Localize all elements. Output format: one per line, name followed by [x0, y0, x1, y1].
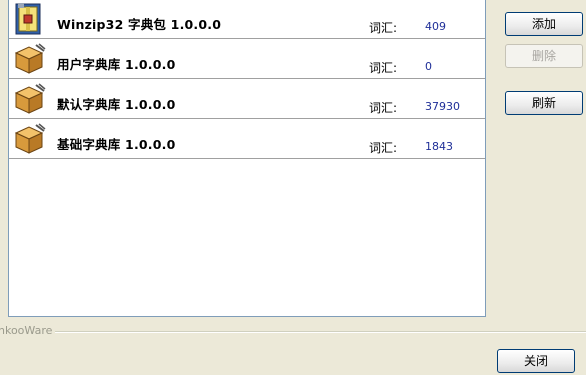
dictionary-name: Winzip32 字典包 1.0.0.0 [57, 17, 222, 32]
close-button[interactable]: 关闭 [497, 349, 575, 373]
package-box-icon [14, 123, 46, 154]
dictionary-name: 用户字典库 1.0.0.0 [57, 57, 176, 72]
package-box-icon [14, 43, 46, 74]
add-button[interactable]: 添加 [505, 12, 583, 36]
list-item-user[interactable]: 用户字典库 1.0.0.0 词汇: 0 [9, 39, 485, 79]
list-item-winzip[interactable]: Winzip32 字典包 1.0.0.0 词汇: 409 [9, 0, 485, 39]
word-count-label: 词汇: [369, 61, 398, 75]
word-count: 1843 [425, 140, 453, 153]
refresh-button[interactable]: 刷新 [505, 91, 583, 115]
vendor-label: nkooWare [0, 324, 56, 337]
dictionary-name: 默认字典库 1.0.0.0 [57, 97, 176, 112]
list-item-default[interactable]: 默认字典库 1.0.0.0 词汇: 37930 [9, 79, 485, 119]
footer-divider [0, 331, 586, 333]
winzip-archive-icon [15, 3, 41, 35]
dictionary-list[interactable]: Winzip32 字典包 1.0.0.0 词汇: 409 用户字典库 1.0.0… [8, 0, 486, 317]
word-count: 37930 [425, 100, 460, 113]
word-count-label: 词汇: [369, 101, 398, 115]
word-count: 0 [425, 60, 432, 73]
word-count-label: 词汇: [369, 141, 398, 155]
word-count-label: 词汇: [369, 21, 398, 35]
delete-button[interactable]: 删除 [505, 44, 583, 68]
dictionary-name: 基础字典库 1.0.0.0 [57, 137, 176, 152]
word-count: 409 [425, 20, 446, 33]
package-box-icon [14, 83, 46, 114]
list-item-base[interactable]: 基础字典库 1.0.0.0 词汇: 1843 [9, 119, 485, 159]
